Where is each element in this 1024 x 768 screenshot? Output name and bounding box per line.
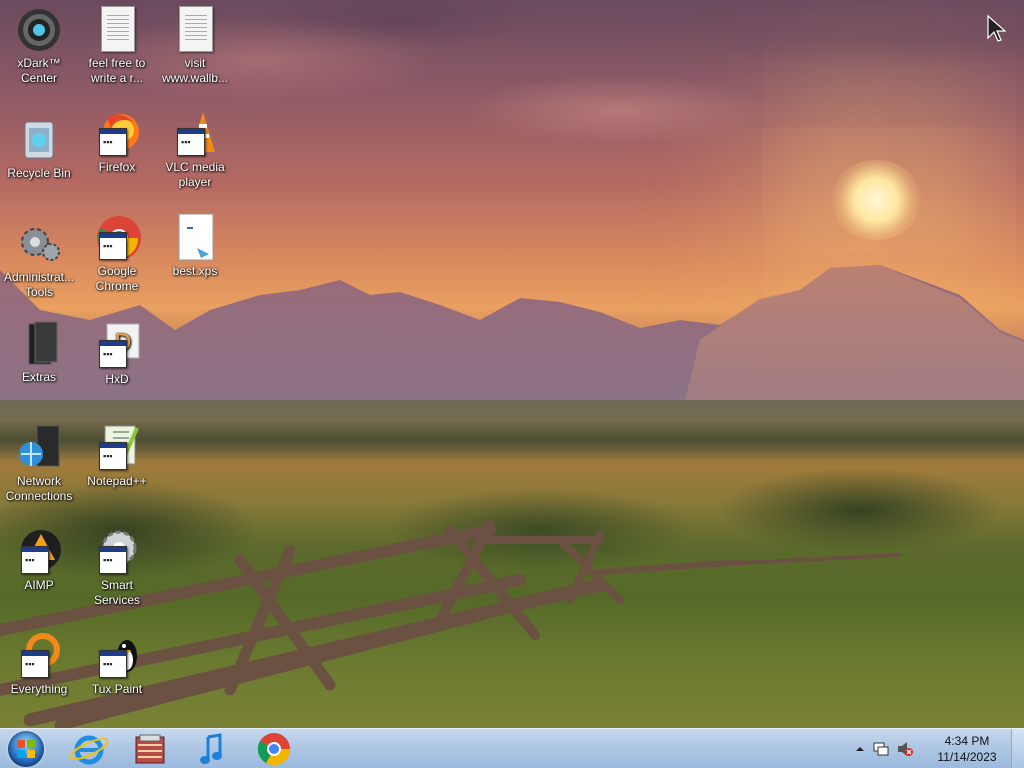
app-window-overlay-icon bbox=[99, 340, 127, 368]
taskbar-archive-app[interactable] bbox=[124, 731, 176, 767]
show-hidden-icons-icon[interactable] bbox=[854, 743, 866, 755]
icon-label: xDark™ Center bbox=[17, 56, 61, 85]
desktop-icon-google-chrome[interactable]: Google Chrome bbox=[78, 214, 156, 294]
xdark-center-icon bbox=[15, 6, 63, 54]
icon-label: Tux Paint bbox=[91, 682, 143, 696]
icon-label: Google Chrome bbox=[95, 264, 139, 293]
everything-icon bbox=[15, 632, 63, 680]
chrome-icon bbox=[257, 733, 291, 766]
icon-label: Notepad++ bbox=[87, 474, 147, 488]
icon-label: Administrat... Tools bbox=[3, 270, 75, 299]
icon-label: AIMP bbox=[24, 578, 54, 592]
icon-label: Network Connections bbox=[5, 474, 73, 503]
tux-penguin-icon bbox=[93, 632, 141, 680]
desktop-icon-smart-services[interactable]: Smart Services bbox=[78, 528, 156, 608]
desktop-icon-extras[interactable]: Extras bbox=[0, 320, 78, 385]
taskbar-music-player[interactable] bbox=[186, 731, 238, 767]
app-window-overlay-icon bbox=[99, 442, 127, 470]
wallpaper-sun bbox=[830, 160, 922, 240]
app-window-overlay-icon bbox=[99, 546, 127, 574]
vlc-cone-icon bbox=[171, 110, 219, 158]
start-button[interactable] bbox=[4, 730, 50, 768]
desktop-icon-vlc-media-player[interactable]: VLC media player bbox=[156, 110, 234, 190]
app-window-overlay-icon bbox=[21, 546, 49, 574]
internet-explorer-icon bbox=[69, 735, 109, 765]
clock[interactable]: 4:34 PM 11/14/2023 bbox=[930, 733, 1004, 765]
icon-label: Smart Services bbox=[93, 578, 140, 607]
desktop-icon-firefox[interactable]: Firefox bbox=[78, 110, 156, 175]
hxd-icon: D bbox=[93, 322, 141, 370]
desktop-icon-xdark-center[interactable]: xDark™ Center bbox=[0, 6, 78, 86]
recycle-bin-icon bbox=[15, 116, 63, 164]
gears-icon bbox=[15, 220, 63, 268]
mouse-cursor-icon bbox=[987, 14, 1006, 42]
network-icon bbox=[15, 424, 63, 472]
icon-label: Extras bbox=[21, 370, 56, 384]
text-document-icon bbox=[171, 6, 219, 54]
desktop-icon-hxd[interactable]: D HxD bbox=[78, 322, 156, 387]
chrome-icon bbox=[93, 214, 141, 262]
text-document-icon bbox=[93, 6, 141, 54]
desktop-icon-aimp[interactable]: AIMP bbox=[0, 528, 78, 593]
clock-date: 11/14/2023 bbox=[937, 750, 997, 764]
music-note-icon bbox=[200, 733, 222, 764]
show-desktop-button[interactable] bbox=[1011, 729, 1024, 768]
icon-label: feel free to write a r... bbox=[88, 56, 146, 85]
aimp-icon bbox=[15, 528, 63, 576]
desktop-icon-notepad-plus-plus[interactable]: Notepad++ bbox=[78, 424, 156, 489]
desktop-icon-tux-paint[interactable]: Tux Paint bbox=[78, 632, 156, 697]
network-status-icon[interactable] bbox=[872, 740, 890, 758]
icon-label: visit www.wallb... bbox=[161, 56, 229, 85]
icon-label: HxD bbox=[105, 372, 129, 386]
taskbar-google-chrome[interactable] bbox=[248, 731, 300, 767]
system-tray: 4:34 PM 11/14/2023 bbox=[854, 729, 1024, 768]
icon-label: VLC media player bbox=[165, 160, 225, 189]
clock-time: 4:34 PM bbox=[944, 734, 990, 748]
icon-label: Recycle Bin bbox=[7, 166, 71, 180]
app-window-overlay-icon bbox=[99, 232, 127, 260]
archive-app-icon bbox=[135, 734, 165, 764]
desktop[interactable]: xDark™ Center Recycle Bin Administrat...… bbox=[0, 0, 1024, 768]
taskbar-internet-explorer[interactable] bbox=[62, 731, 114, 767]
app-window-overlay-icon bbox=[99, 128, 127, 156]
app-window-overlay-icon bbox=[21, 650, 49, 678]
windows-logo-icon bbox=[17, 740, 35, 758]
folder-icon bbox=[15, 320, 63, 368]
volume-muted-icon[interactable] bbox=[896, 740, 914, 758]
notepad-plus-plus-icon bbox=[93, 424, 141, 472]
icon-label: Everything bbox=[10, 682, 68, 696]
desktop-icon-recycle-bin[interactable]: Recycle Bin bbox=[0, 116, 78, 181]
icon-label: best.xps bbox=[172, 264, 218, 278]
desktop-icon-feel-free-text[interactable]: feel free to write a r... bbox=[78, 6, 156, 86]
desktop-icon-best-xps[interactable]: best.xps bbox=[156, 213, 234, 279]
app-window-overlay-icon bbox=[99, 650, 127, 678]
firefox-icon bbox=[93, 110, 141, 158]
smart-services-icon bbox=[93, 528, 141, 576]
desktop-icon-network-connections[interactable]: Network Connections bbox=[0, 424, 78, 504]
icon-label: Firefox bbox=[98, 160, 136, 174]
desktop-icon-visit-wallb[interactable]: visit www.wallb... bbox=[156, 6, 234, 86]
desktop-icon-everything[interactable]: Everything bbox=[0, 632, 78, 697]
app-window-overlay-icon bbox=[177, 128, 205, 156]
taskbar: 4:34 PM 11/14/2023 bbox=[0, 728, 1024, 768]
desktop-icon-administrative-tools[interactable]: Administrat... Tools bbox=[0, 220, 78, 300]
xps-document-icon bbox=[171, 213, 219, 262]
